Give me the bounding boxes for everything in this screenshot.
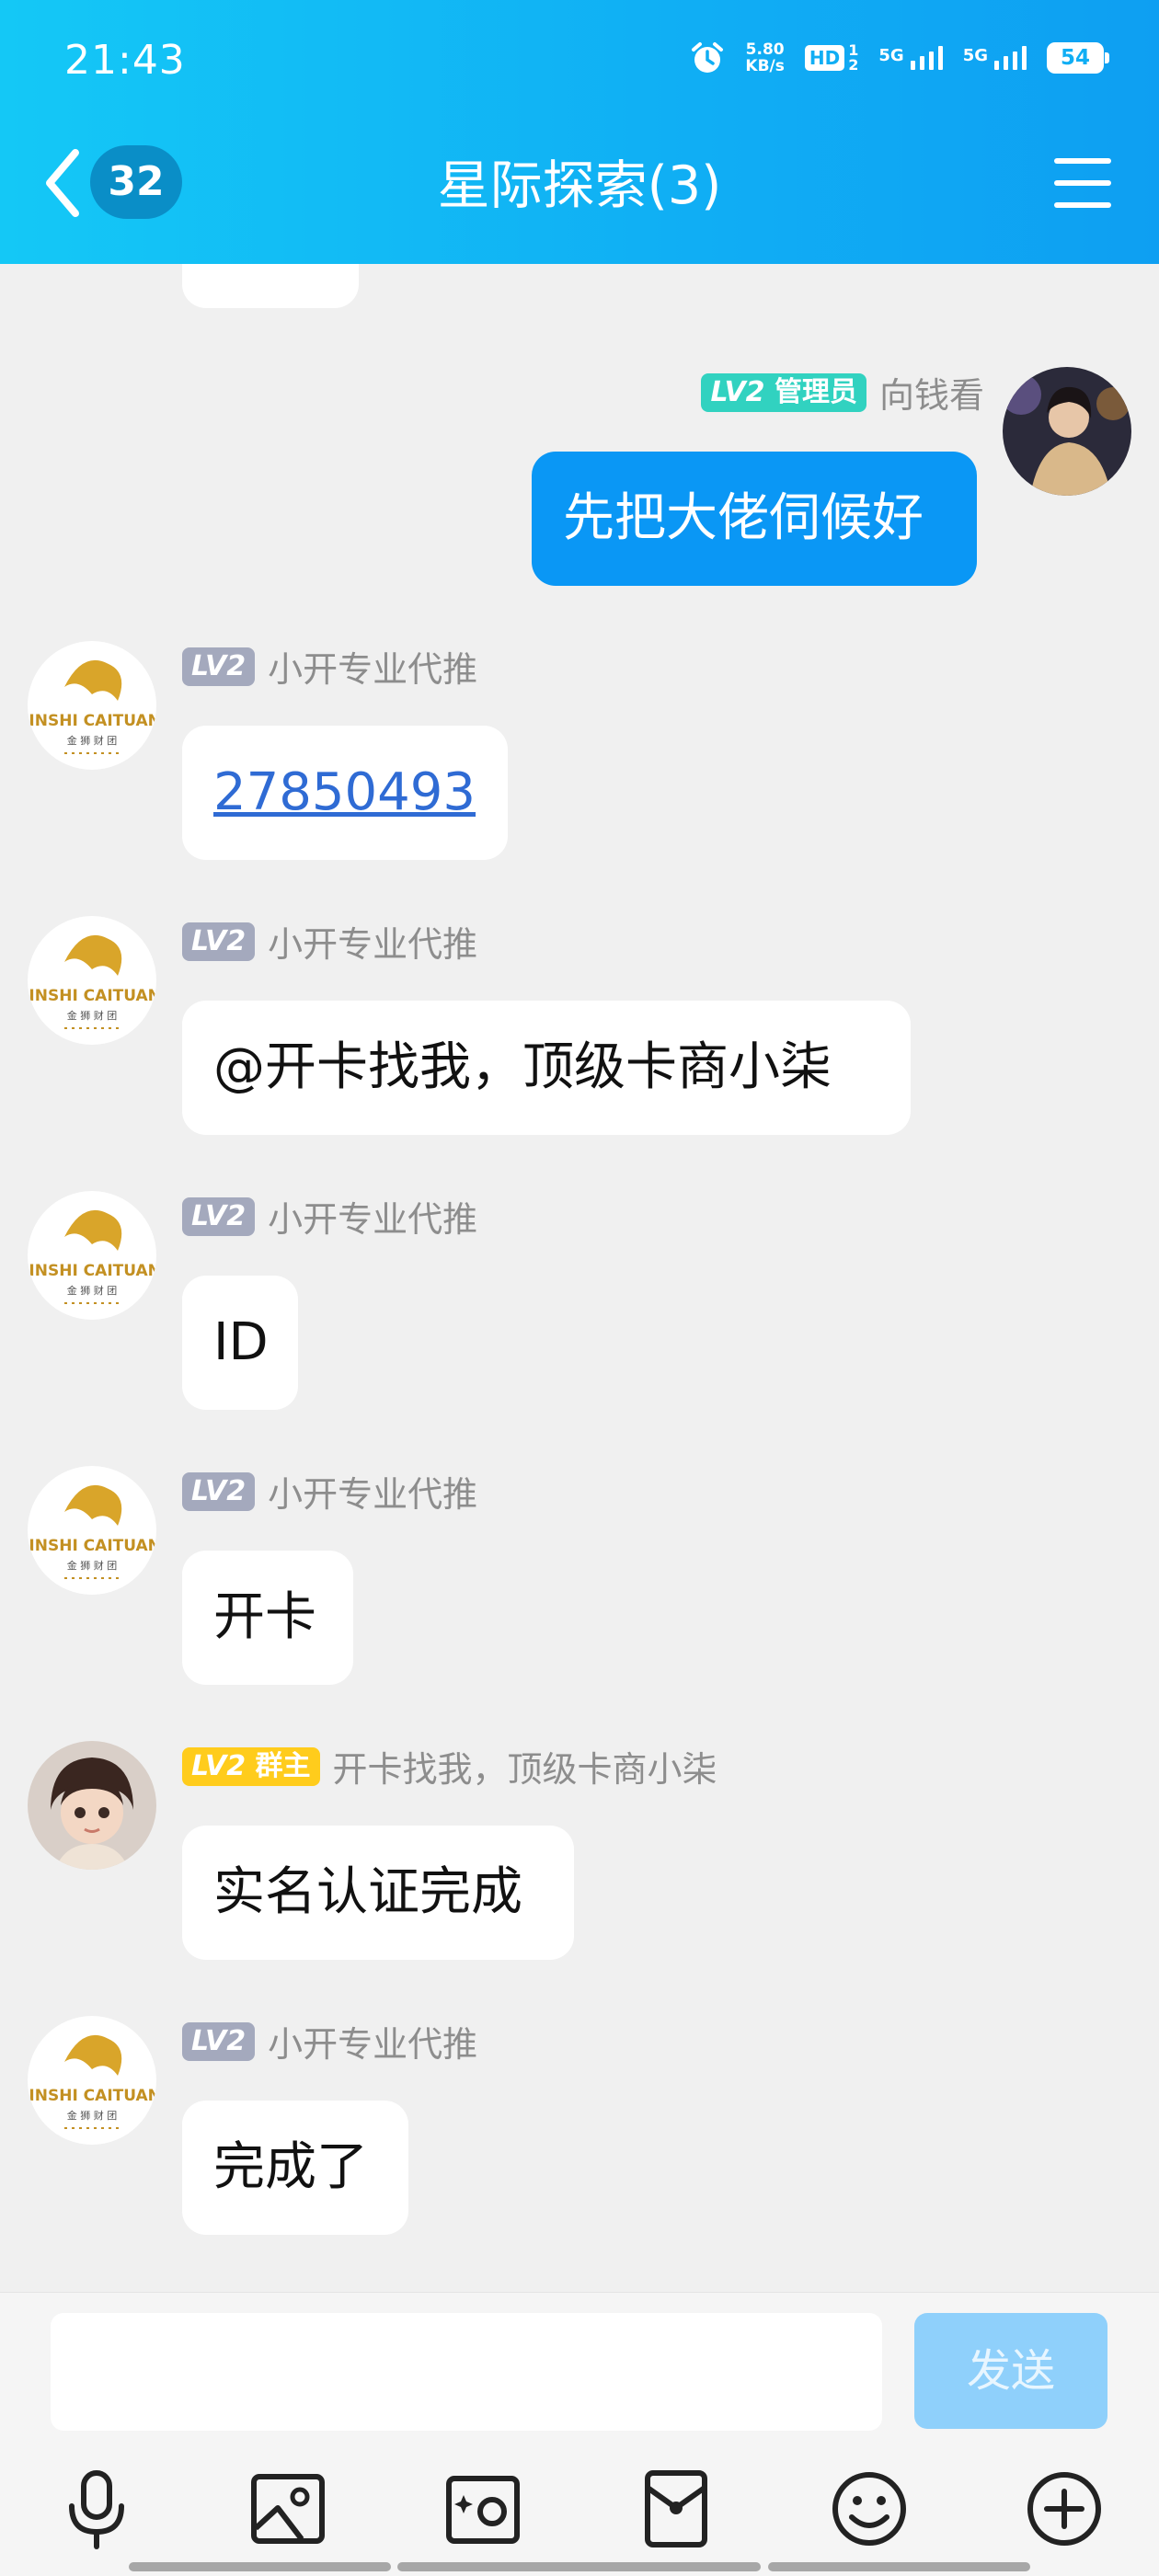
level-badge: LV2 [182, 922, 256, 961]
avatar[interactable] [1003, 367, 1131, 496]
svg-text:金 狮 财 团: 金 狮 财 团 [67, 1009, 118, 1022]
message-meta: LV2 小开专业代推 [182, 641, 477, 692]
message-bubble[interactable]: 开卡 [182, 1551, 353, 1685]
message-meta: LV2 管理员 向钱看 [701, 367, 984, 418]
sender-name[interactable]: 小开专业代推 [268, 2016, 477, 2067]
top-bar: 21:43 5.80 KB/s HD 12 5G 5G 54 32 星际探索(3… [0, 0, 1159, 264]
plus-icon[interactable] [1023, 2467, 1106, 2550]
gesture-bar [397, 2562, 761, 2571]
message-bubble-link[interactable]: 27850493 [182, 726, 508, 860]
menu-icon-line [1054, 202, 1111, 208]
emoji-icon[interactable] [828, 2467, 911, 2550]
svg-text:金 狮 财 团: 金 狮 财 团 [67, 1284, 118, 1297]
microphone-icon[interactable] [55, 2467, 138, 2550]
camera-icon[interactable] [442, 2467, 524, 2550]
sender-name[interactable]: 小开专业代推 [268, 1466, 477, 1517]
avatar[interactable] [28, 1741, 156, 1870]
image-icon[interactable] [247, 2467, 329, 2550]
red-packet-icon[interactable] [635, 2467, 717, 2550]
message-meta: LV2 小开专业代推 [182, 1191, 477, 1242]
svg-text:JINSHI CAITUAN: JINSHI CAITUAN [28, 712, 156, 730]
sender-name[interactable]: 小开专业代推 [268, 916, 477, 967]
signal-icon-sim1: 5G [878, 46, 943, 70]
input-bar: 发送 [0, 2292, 1159, 2576]
svg-text:JINSHI CAITUAN: JINSHI CAITUAN [28, 2087, 156, 2105]
status-time: 21:43 [64, 37, 186, 84]
avatar[interactable]: JINSHI CAITUAN 金 狮 财 团 [28, 641, 156, 770]
menu-icon-line [1054, 180, 1111, 186]
message-bubble[interactable]: 完成了 [182, 2101, 408, 2235]
svg-text:JINSHI CAITUAN: JINSHI CAITUAN [28, 1262, 156, 1280]
avatar[interactable]: JINSHI CAITUAN 金 狮 财 团 [28, 1466, 156, 1595]
message-bubble[interactable]: @开卡找我，顶级卡商小柒 [182, 1001, 911, 1135]
signal-icon-sim2: 5G [963, 46, 1027, 70]
menu-button[interactable] [1054, 158, 1111, 208]
level-badge: LV2 [182, 1471, 256, 1511]
svg-text:金 狮 财 团: 金 狮 财 团 [67, 2109, 118, 2122]
gesture-bar [768, 2562, 1030, 2571]
chat-title[interactable]: 星际探索(3) [0, 147, 1159, 224]
sender-name[interactable]: 小开专业代推 [268, 641, 477, 692]
message-meta: LV2 群主 开卡找我，顶级卡商小柒 [182, 1741, 717, 1792]
sender-name[interactable]: 向钱看 [879, 367, 984, 418]
menu-icon-line [1054, 158, 1111, 164]
avatar[interactable]: JINSHI CAITUAN 金 狮 财 团 [28, 1191, 156, 1320]
level-badge: LV2 [182, 647, 256, 686]
level-badge: LV2 群主 [182, 1746, 320, 1786]
level-badge: LV2 [182, 2021, 256, 2061]
level-badge: LV2 管理员 [701, 372, 866, 412]
alarm-icon [692, 42, 724, 73]
gesture-bar [129, 2562, 391, 2571]
avatar[interactable]: JINSHI CAITUAN 金 狮 财 团 [28, 916, 156, 1045]
hd-icon: HD [804, 45, 845, 71]
message-bubble[interactable]: 先把大佬伺候好 [532, 452, 977, 586]
sender-name[interactable]: 小开专业代推 [268, 1191, 477, 1242]
avatar[interactable]: JINSHI CAITUAN 金 狮 财 团 [28, 2016, 156, 2145]
message-bubble[interactable]: 实名认证完成 [182, 1826, 574, 1960]
level-badge: LV2 [182, 1196, 256, 1236]
chat-area[interactable]: LV2 管理员 向钱看 先把大佬伺候好 JINSHI CAITUAN 金 狮 财… [0, 264, 1159, 2292]
message-bubble-partial[interactable] [182, 264, 359, 308]
battery-icon: 54 [1047, 42, 1109, 74]
svg-text:JINSHI CAITUAN: JINSHI CAITUAN [28, 1537, 156, 1555]
message-meta: LV2 小开专业代推 [182, 2016, 477, 2067]
send-button[interactable]: 发送 [914, 2313, 1107, 2429]
status-icons: 5.80 KB/s HD 12 5G 5G 54 [690, 40, 1109, 75]
svg-text:JINSHI CAITUAN: JINSHI CAITUAN [28, 987, 156, 1005]
message-bubble[interactable]: ID [182, 1276, 298, 1410]
svg-text:金 狮 财 团: 金 狮 财 团 [67, 1559, 118, 1572]
network-speed: 5.80 KB/s [745, 40, 785, 75]
sender-name[interactable]: 开卡找我，顶级卡商小柒 [333, 1741, 717, 1792]
message-meta: LV2 小开专业代推 [182, 916, 477, 967]
svg-text:金 狮 财 团: 金 狮 财 团 [67, 734, 118, 747]
message-meta: LV2 小开专业代推 [182, 1466, 477, 1517]
message-input[interactable] [51, 2313, 882, 2431]
